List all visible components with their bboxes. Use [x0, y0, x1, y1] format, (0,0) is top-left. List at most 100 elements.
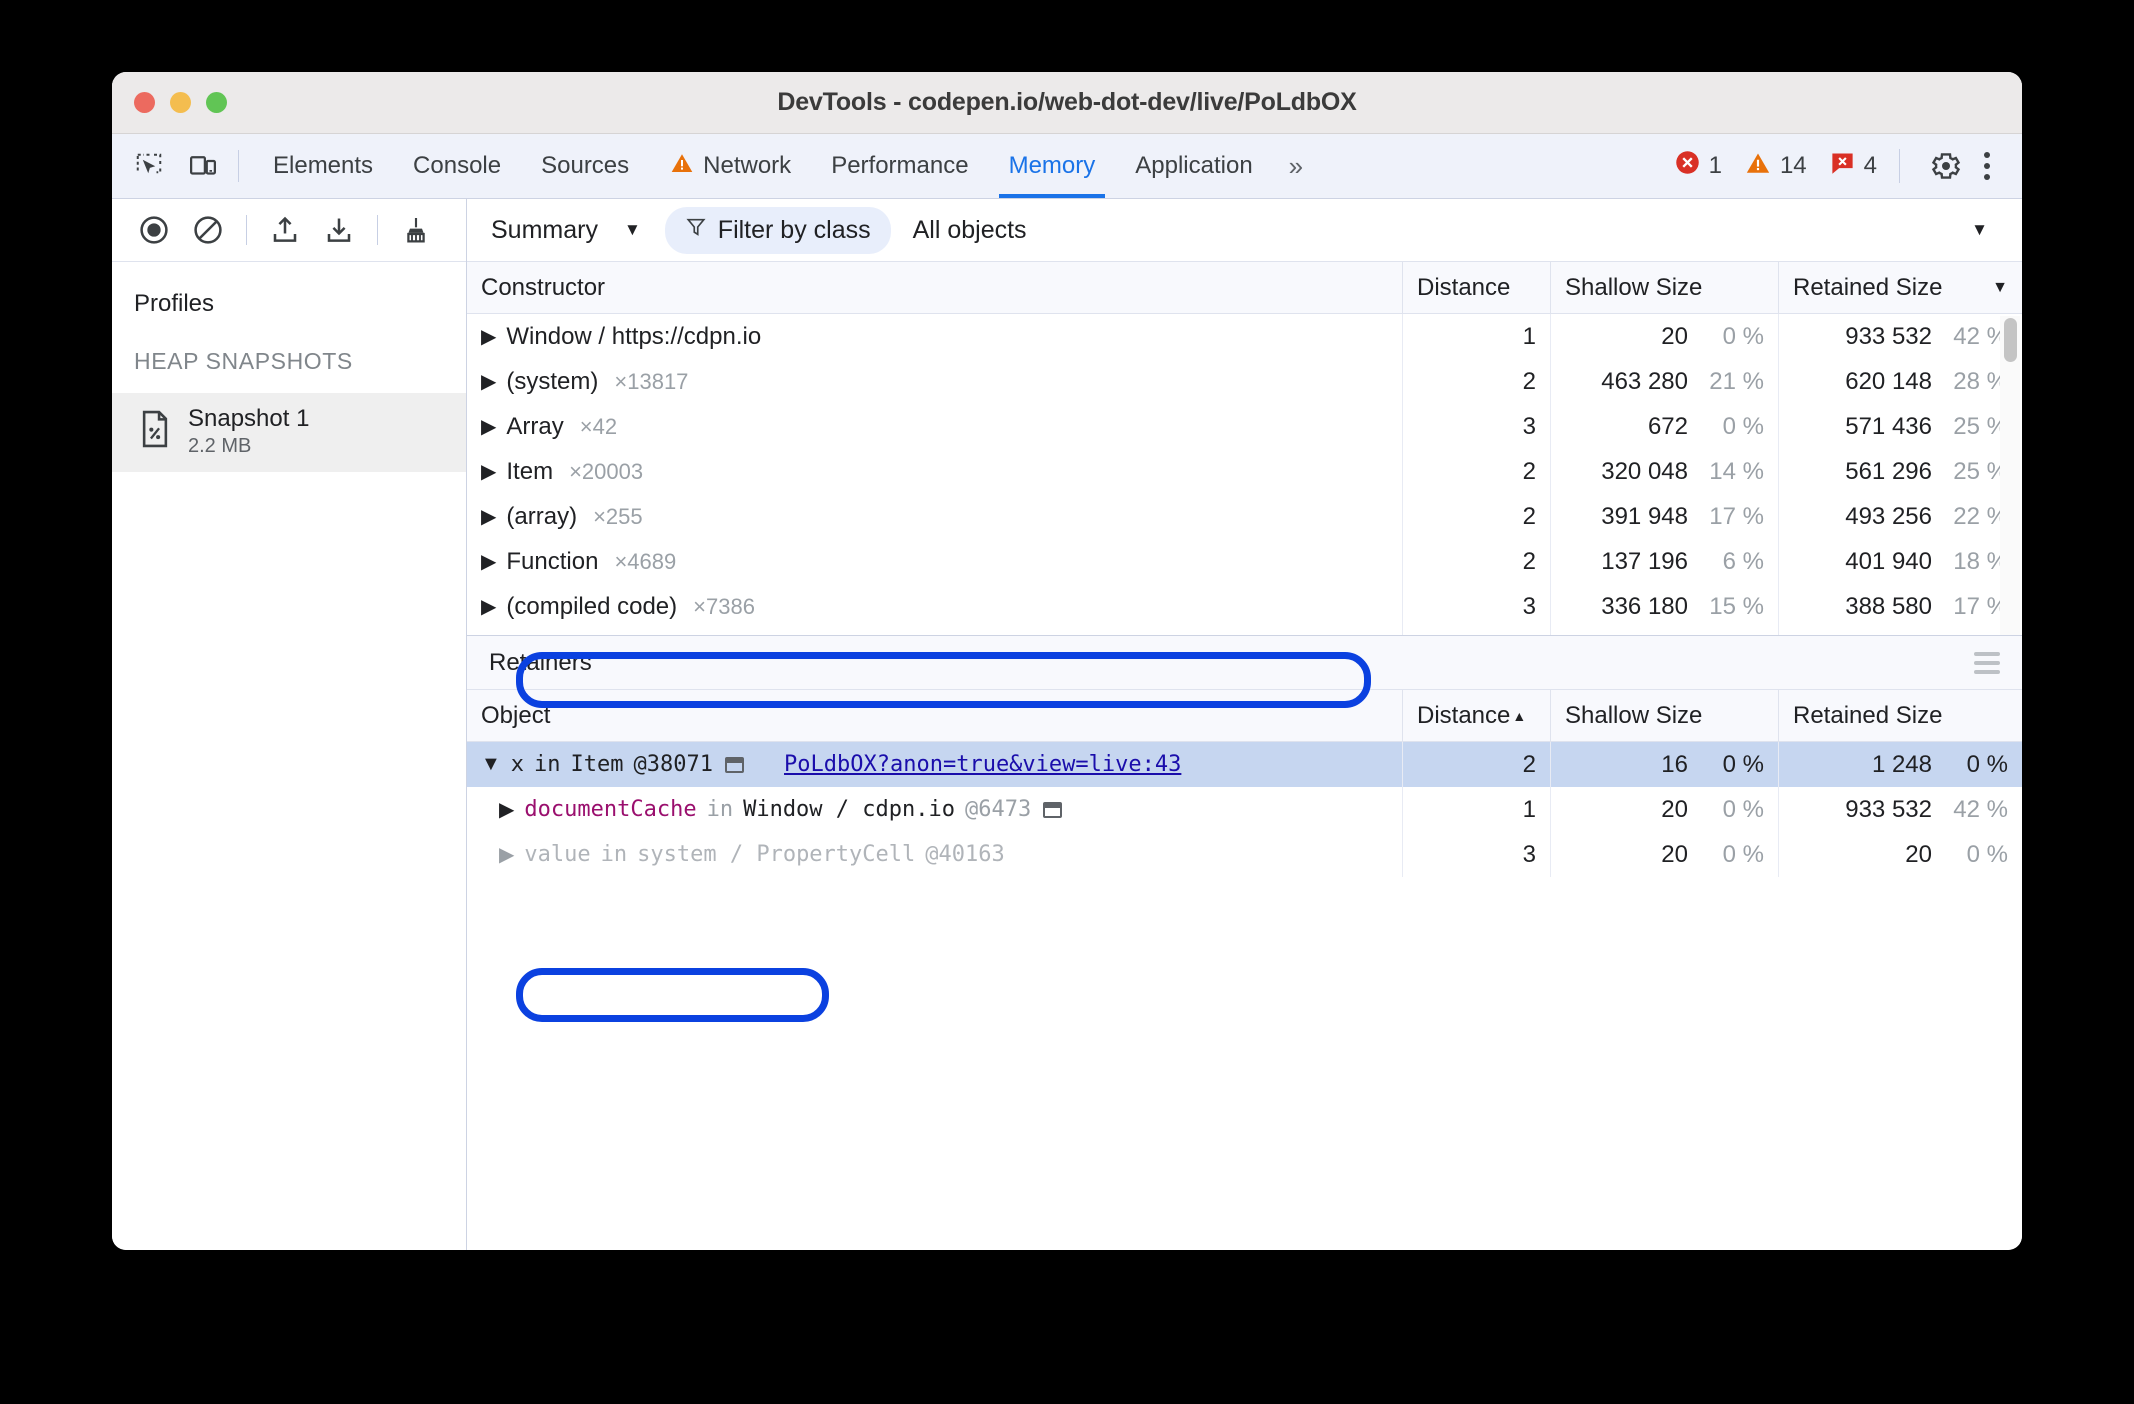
chevron-down-icon: ▼ — [623, 220, 641, 239]
retained-size-cell: 620 148 28 % — [1845, 367, 2008, 395]
expand-triangle-icon[interactable]: ▶ — [481, 414, 496, 439]
filter-by-class-label: Filter by class — [717, 215, 871, 244]
retainer-row[interactable]: ▶ documentCache in Window / cdpn.io @647… — [467, 787, 2022, 832]
column-header-retained-size[interactable]: Retained Size — [1779, 690, 2022, 741]
expand-triangle-icon[interactable]: ▶ — [499, 842, 514, 867]
snapshot-size: 2.2 MB — [188, 435, 252, 457]
retainer-row[interactable]: ▶ value in system / PropertyCell @40163 … — [467, 832, 2022, 877]
constructor-scrollbar-thumb[interactable] — [2004, 318, 2017, 362]
window-titlebar: DevTools - codepen.io/web-dot-dev/live/P… — [112, 72, 2022, 134]
issues-counter[interactable]: 4 — [1821, 149, 1885, 183]
retainer-object-id: @40163 — [925, 842, 1005, 867]
constructor-cell: ▶ (compiled code) ×7386 — [467, 584, 1403, 629]
column-header-shallow-size[interactable]: Shallow Size — [1551, 262, 1779, 313]
warning-counter[interactable]: 14 — [1736, 150, 1815, 183]
column-header-distance-label: Distance — [1417, 701, 1511, 729]
counters-divider — [1899, 149, 1900, 183]
more-options-icon[interactable] — [1978, 152, 2004, 180]
tab-console[interactable]: Console — [393, 134, 521, 198]
distance-cell: 3 — [1403, 832, 1551, 877]
retainer-key: value — [524, 842, 591, 867]
expand-triangle-icon[interactable]: ▶ — [481, 369, 496, 394]
source-location-link[interactable]: PoLdbOX?anon=true&view=live:43 — [784, 752, 1181, 777]
expand-triangle-icon[interactable]: ▶ — [481, 504, 496, 529]
retainers-grid: Object Distance ▲ Shallow Size Retained … — [467, 690, 2022, 877]
column-header-distance[interactable]: Distance ▲ — [1403, 690, 1551, 741]
filter-by-class-button[interactable]: Filter by class — [664, 206, 891, 254]
shallow-size-cell: 16 0 % — [1551, 742, 1779, 787]
tab-memory[interactable]: Memory — [989, 134, 1116, 198]
expand-triangle-icon[interactable]: ▶ — [481, 594, 496, 619]
constructor-count: ×4689 — [614, 548, 677, 574]
collect-garbage-broom-icon[interactable] — [394, 208, 438, 252]
table-row[interactable]: ▶ Item ×20003 2 320 048 14 % 561 296 25 % — [467, 449, 2022, 494]
settings-gear-icon[interactable] — [1914, 150, 1972, 182]
objects-scope-chevron-icon[interactable]: ▼ — [1971, 220, 2022, 240]
tab-performance[interactable]: Performance — [811, 134, 988, 198]
snapshot-list-item[interactable]: Snapshot 1 2.2 MB — [112, 393, 466, 472]
tab-sources[interactable]: Sources — [521, 134, 649, 198]
snapshot-name: Snapshot 1 — [188, 405, 310, 432]
collapse-triangle-icon[interactable]: ▼ — [481, 753, 501, 776]
column-header-retained-size[interactable]: Retained Size ▼ — [1779, 262, 2022, 313]
device-toolbar-icon[interactable] — [182, 145, 224, 187]
retainers-rows: ▼ x in Item @38071 PoLdbOX?anon=true&vie… — [467, 742, 2022, 877]
retainers-panel-header: Retainers — [467, 635, 2022, 690]
maximize-window-button[interactable] — [206, 92, 227, 113]
tab-network[interactable]: Network — [649, 134, 811, 198]
tab-sources-label: Sources — [541, 152, 630, 179]
sort-descending-icon: ▼ — [1992, 278, 2008, 296]
column-header-constructor[interactable]: Constructor — [467, 262, 1403, 313]
close-window-button[interactable] — [134, 92, 155, 113]
error-counter[interactable]: 1 — [1666, 149, 1730, 183]
retained-size-cell: 493 256 22 % — [1845, 502, 2008, 530]
devtools-tabbar: Elements Console Sources Network Perform… — [112, 134, 2022, 199]
retainer-in-label: in — [600, 842, 628, 867]
object-cell: ▼ x in Item @38071 PoLdbOX?anon=true&vie… — [467, 742, 1403, 787]
table-row[interactable]: ▶ (system) ×13817 2 463 280 21 % 620 148 2… — [467, 359, 2022, 404]
table-row[interactable]: ▶ Function ×4689 2 137 196 6 % 401 940 18 … — [467, 539, 2022, 584]
retainers-menu-icon[interactable] — [1974, 651, 2000, 674]
expand-triangle-icon[interactable]: ▶ — [481, 324, 496, 349]
clear-profiles-icon[interactable] — [186, 208, 230, 252]
shallow-size-cell: 463 280 21 % — [1551, 359, 1779, 404]
snapshot-file-icon — [138, 410, 172, 453]
minimize-window-button[interactable] — [170, 92, 191, 113]
table-row[interactable]: ▶ Array ×42 3 672 0 % 571 436 25 % — [467, 404, 2022, 449]
save-profile-icon[interactable] — [317, 208, 361, 252]
traffic-lights — [112, 92, 227, 113]
retainer-holder: Item — [570, 752, 624, 777]
error-circle-icon — [1674, 149, 1701, 183]
object-preview-icon[interactable] — [725, 756, 745, 773]
object-preview-icon[interactable] — [1043, 801, 1063, 818]
table-row[interactable]: ▼ (string) ×16542 3 322 26014 % 322 2601… — [467, 629, 2022, 635]
tab-elements[interactable]: Elements — [253, 134, 393, 198]
table-row[interactable]: ▶ (array) ×255 2 391 948 17 % 493 256 22 % — [467, 494, 2022, 539]
load-profile-icon[interactable] — [263, 208, 307, 252]
objects-scope-select[interactable]: All objects — [913, 216, 1027, 245]
column-header-distance[interactable]: Distance — [1403, 262, 1551, 313]
more-tabs-icon[interactable]: » — [1273, 134, 1319, 198]
table-row[interactable]: ▶ Window / https://cdpn.io 1 20 0 % 933 5… — [467, 314, 2022, 359]
constructor-cell: ▶ (system) ×13817 — [467, 359, 1403, 404]
expand-triangle-icon[interactable]: ▶ — [481, 549, 496, 574]
retainer-row-selected[interactable]: ▼ x in Item @38071 PoLdbOX?anon=true&vie… — [467, 742, 2022, 787]
retainer-holder: Window / cdpn.io — [743, 797, 955, 822]
retainer-in-label: in — [706, 797, 734, 822]
record-heap-snapshot-icon[interactable] — [132, 208, 176, 252]
constructor-scrollbar[interactable] — [2000, 316, 2020, 635]
retainer-holder: system / PropertyCell — [637, 842, 916, 867]
tab-application[interactable]: Application — [1115, 134, 1272, 198]
tab-performance-label: Performance — [831, 152, 969, 179]
view-mode-select[interactable]: Summary ▼ — [477, 216, 655, 245]
inspect-element-icon[interactable] — [128, 145, 170, 187]
shallow-size-cell: 322 26014 % — [1551, 629, 1779, 635]
column-header-object[interactable]: Object — [467, 690, 1403, 741]
constructor-name: (array) — [506, 502, 578, 530]
expand-triangle-icon[interactable]: ▶ — [481, 459, 496, 484]
table-row[interactable]: ▶ (compiled code) ×7386 3 336 180 15 % 38… — [467, 584, 2022, 629]
expand-triangle-icon[interactable]: ▶ — [499, 797, 514, 822]
devtools-body: Profiles HEAP SNAPSHOTS Snapshot 1 2.2 M… — [112, 199, 2022, 1250]
column-header-shallow-size[interactable]: Shallow Size — [1551, 690, 1779, 741]
constructor-cell: ▶ Item ×20003 — [467, 449, 1403, 494]
